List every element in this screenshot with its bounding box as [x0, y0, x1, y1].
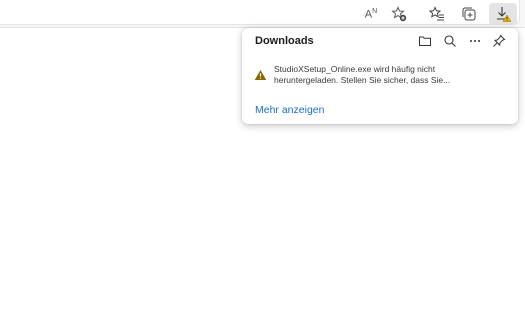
folder-icon: [419, 36, 431, 46]
search-downloads-button[interactable]: [442, 33, 458, 49]
show-more-link[interactable]: Mehr anzeigen: [255, 104, 324, 116]
pin-panel-button[interactable]: [491, 33, 507, 49]
more-options-button[interactable]: [467, 33, 483, 49]
download-message-line2: heruntergeladen. Stellen Sie sicher, das…: [274, 75, 451, 85]
favorites-button[interactable]: [425, 3, 449, 25]
download-item[interactable]: StudioXSetup_Online.exe wird häufig nich…: [242, 62, 518, 92]
pin-icon: [493, 34, 506, 47]
collections-icon: [462, 7, 476, 21]
panel-title: Downloads: [255, 35, 314, 47]
collections-button[interactable]: [457, 3, 481, 25]
favorites-icon: [429, 6, 444, 21]
browser-toolbar: AN: [0, 0, 525, 28]
download-warning-icon: [497, 7, 512, 22]
search-icon: [444, 35, 456, 47]
downloads-button[interactable]: [489, 3, 517, 25]
download-message: StudioXSetup_Online.exe wird häufig nich…: [274, 64, 504, 86]
download-message-line1: StudioXSetup_Online.exe wird häufig nich…: [274, 64, 436, 74]
star-add-icon: [391, 6, 407, 22]
downloads-panel: Downloads StudioXSetup_Online.exe wird h…: [242, 28, 518, 124]
add-favorite-button[interactable]: [387, 3, 411, 25]
open-folder-button[interactable]: [417, 33, 433, 49]
warning-icon: [254, 70, 267, 80]
read-aloud-icon: AN: [364, 7, 378, 21]
more-icon: [470, 40, 480, 42]
read-aloud-button[interactable]: AN: [359, 3, 383, 25]
